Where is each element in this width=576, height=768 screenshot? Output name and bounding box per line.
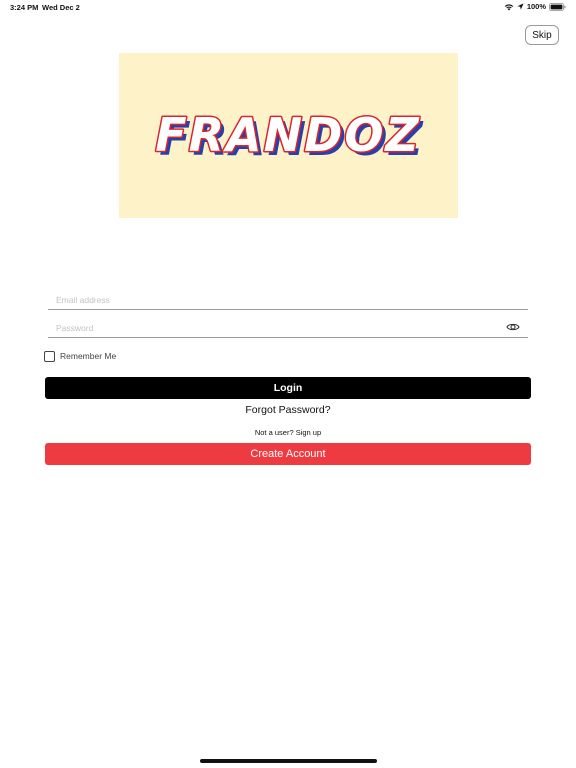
- signup-prompt: Not a user? Sign up: [254, 428, 322, 437]
- login-button[interactable]: Login: [45, 377, 531, 399]
- remember-me-checkbox[interactable]: [44, 350, 55, 362]
- login-screen: 3:24 PM Wed Dec 2 100% Skip FRANDOZ FRAN…: [0, 0, 576, 768]
- password-field: [48, 318, 528, 338]
- email-input[interactable]: [56, 292, 496, 308]
- status-indicators: 100%: [504, 2, 566, 11]
- remember-me-label: Remember Me: [60, 351, 117, 361]
- password-input[interactable]: [56, 320, 496, 336]
- skip-button[interactable]: Skip: [525, 25, 559, 45]
- logo-banner: FRANDOZ FRANDOZ: [119, 53, 458, 218]
- remember-me-row[interactable]: Remember Me: [44, 349, 116, 363]
- status-date: Wed Dec 2: [42, 3, 80, 12]
- status-time: 3:24 PM: [10, 3, 39, 12]
- wifi-icon: [504, 3, 514, 10]
- frandoz-logo: FRANDOZ FRANDOZ: [154, 107, 423, 167]
- home-indicator: [200, 759, 377, 763]
- status-bar: 3:24 PM Wed Dec 2 100%: [0, 0, 576, 14]
- forgot-password-link[interactable]: Forgot Password?: [0, 404, 576, 416]
- location-arrow-icon: [517, 3, 524, 10]
- email-field: [48, 290, 528, 310]
- eye-icon[interactable]: [506, 320, 520, 334]
- svg-text:FRANDOZ: FRANDOZ: [155, 108, 421, 162]
- battery-percent: 100%: [526, 2, 546, 11]
- battery-icon: [549, 2, 566, 11]
- create-account-button[interactable]: Create Account: [45, 443, 531, 465]
